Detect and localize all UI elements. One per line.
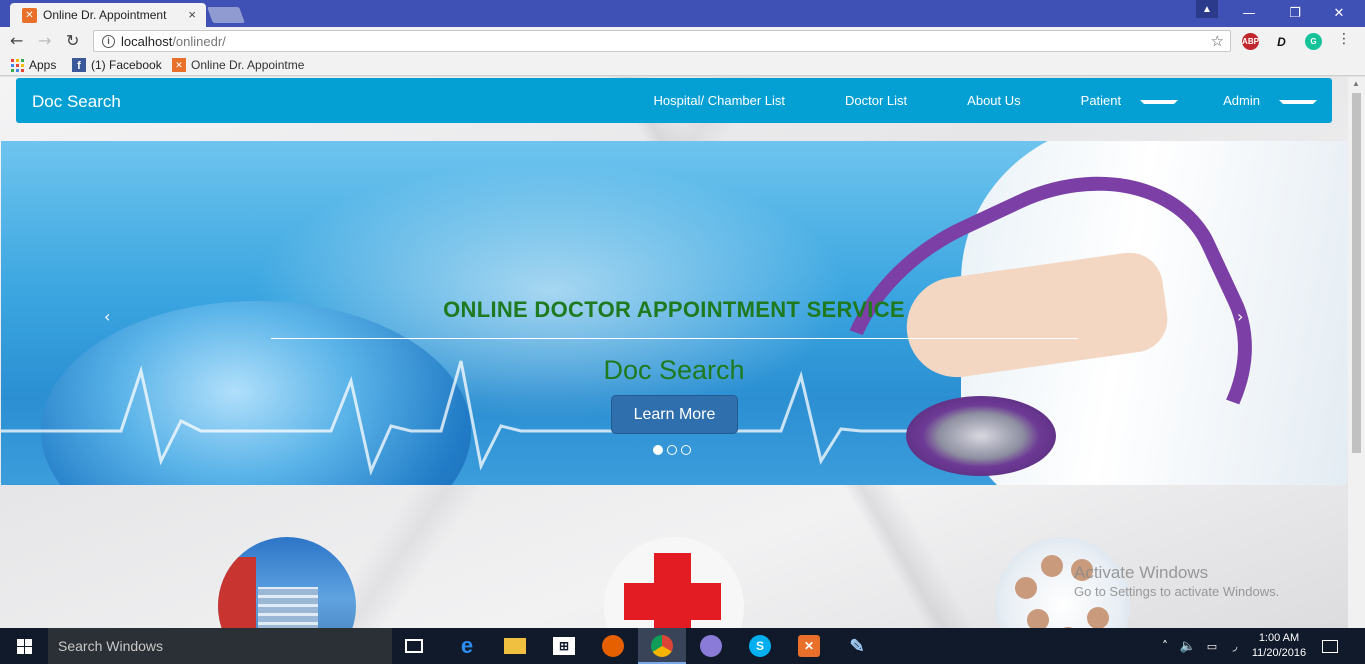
carousel-title: ONLINE DOCTOR APPOINTMENT SERVICE xyxy=(443,297,905,322)
chrome-icon[interactable] xyxy=(651,635,673,657)
tab-close-icon[interactable]: × xyxy=(188,7,196,22)
new-tab-button[interactable] xyxy=(207,7,245,23)
task-view-icon[interactable] xyxy=(405,639,423,653)
nav-label: Doctor List xyxy=(845,93,908,108)
minimize-button[interactable]: — xyxy=(1226,0,1272,27)
nav-label: Admin xyxy=(1223,93,1260,108)
url-path: /onlinedr/ xyxy=(172,33,226,49)
nav-doctor-list[interactable]: Doctor List xyxy=(815,93,937,108)
forward-icon[interactable]: → xyxy=(38,31,51,50)
learn-more-button[interactable]: Learn More xyxy=(611,395,738,434)
bookmark-label: Online Dr. Appointme xyxy=(191,58,305,72)
windows-logo-icon xyxy=(16,638,32,654)
xampp-icon: ✕ xyxy=(172,58,186,72)
apps-grid-icon xyxy=(11,58,24,72)
carousel-indicator[interactable] xyxy=(667,445,677,455)
back-icon[interactable]: ← xyxy=(10,31,23,50)
caption-divider xyxy=(271,338,1078,339)
caret-down-icon xyxy=(1279,99,1317,104)
carousel-subtitle: Doc Search xyxy=(603,355,745,385)
adblock-icon[interactable]: ABP xyxy=(1242,33,1259,50)
building-image xyxy=(258,587,318,628)
profile-icon[interactable]: ▲ xyxy=(1196,0,1218,18)
address-bar[interactable]: i localhost/onlinedr/ ☆ xyxy=(93,30,1231,52)
info-icon[interactable]: i xyxy=(102,34,115,48)
volume-icon[interactable]: 🔈 xyxy=(1177,635,1199,657)
maximize-button[interactable]: ❐ xyxy=(1272,0,1318,27)
store-icon[interactable]: ⊞ xyxy=(553,637,575,655)
grammarly-icon[interactable]: G xyxy=(1305,33,1322,50)
nav-patient-dropdown[interactable]: Patient xyxy=(1051,93,1193,108)
xampp-icon: ✕ xyxy=(22,7,37,23)
reload-icon[interactable]: ↻ xyxy=(66,31,79,50)
clock-date: 11/20/2016 xyxy=(1251,647,1307,659)
bookmark-online-dr[interactable]: ✕ Online Dr. Appointme xyxy=(172,58,304,72)
doctor-face xyxy=(1041,555,1063,577)
close-button[interactable]: ✕ xyxy=(1316,0,1362,27)
nav-label: Hospital/ Chamber List xyxy=(653,93,786,108)
hero-carousel: ‹ › ONLINE DOCTOR APPOINTMENT SERVICE Do… xyxy=(1,141,1347,485)
tor-browser-icon[interactable] xyxy=(700,635,722,657)
emergency-sign-image xyxy=(218,557,256,628)
scroll-up-icon[interactable]: ▲ xyxy=(1352,79,1360,88)
doctor-face xyxy=(1087,607,1109,628)
facebook-icon: f xyxy=(72,58,86,72)
skype-icon[interactable]: S xyxy=(749,635,771,657)
navbar-brand[interactable]: Doc Search xyxy=(32,92,121,112)
tab-title: Online Dr. Appointment xyxy=(43,8,167,22)
stethoscope-head-image xyxy=(906,396,1056,476)
edge-icon[interactable]: e xyxy=(456,633,478,658)
activation-watermark-text: Go to Settings to activate Windows. xyxy=(1074,584,1280,599)
firefox-icon[interactable] xyxy=(602,635,624,657)
browser-titlebar: ✕ Online Dr. Appointment × ▲ — ❐ ✕ xyxy=(0,0,1365,27)
page-scrollbar[interactable]: ▲ xyxy=(1348,77,1365,628)
bookmark-apps[interactable]: Apps xyxy=(11,58,56,72)
bookmark-label: (1) Facebook xyxy=(91,58,162,72)
nav-hospital-chamber-list[interactable]: Hospital/ Chamber List xyxy=(624,93,816,108)
action-center-icon[interactable] xyxy=(1322,640,1338,653)
caret-down-icon xyxy=(1140,99,1179,104)
carousel-indicator[interactable] xyxy=(681,445,691,455)
doctor-face xyxy=(1015,577,1037,599)
hospital-building-icon[interactable] xyxy=(218,537,356,628)
taskbar-search-input[interactable]: Search Windows xyxy=(48,628,392,664)
clock-time: 1:00 AM xyxy=(1258,632,1300,644)
url-host: localhost xyxy=(121,33,173,49)
cross-horizontal-bar xyxy=(624,583,721,620)
doctor-face xyxy=(1027,609,1049,628)
paint-icon[interactable]: ✎ xyxy=(846,635,868,657)
carousel-indicator[interactable] xyxy=(653,445,663,455)
menu-icon[interactable]: ⋮ xyxy=(1337,31,1351,47)
taskbar-clock[interactable]: 1:00 AM 11/20/2016 xyxy=(1244,631,1314,661)
bookmarks-bar: Apps f (1) Facebook ✕ Online Dr. Appoint… xyxy=(0,56,1365,76)
file-explorer-icon[interactable] xyxy=(504,638,526,654)
start-button[interactable] xyxy=(0,628,48,664)
browser-tab[interactable]: ✕ Online Dr. Appointment × xyxy=(10,3,206,27)
page-content: Doc Search Hospital/ Chamber List Doctor… xyxy=(0,77,1365,628)
nav-label: About Us xyxy=(967,93,1021,108)
nav-label: Patient xyxy=(1080,93,1122,108)
tray-chevron-up-icon[interactable]: ˄ xyxy=(1154,635,1176,657)
browser-toolbar: ← → ↻ i localhost/onlinedr/ ☆ ABP D G ⋮ xyxy=(0,27,1365,56)
bookmark-facebook[interactable]: f (1) Facebook xyxy=(72,58,162,72)
site-navbar: Doc Search Hospital/ Chamber List Doctor… xyxy=(16,78,1332,123)
nav-about-us[interactable]: About Us xyxy=(937,93,1050,108)
activation-watermark-title: Activate Windows xyxy=(1074,563,1209,582)
carousel-indicators xyxy=(653,445,691,455)
scroll-thumb[interactable] xyxy=(1352,93,1361,453)
red-cross-icon[interactable] xyxy=(604,537,744,628)
xampp-icon[interactable]: ✕ xyxy=(798,635,820,657)
windows-taskbar: Search Windows e ⊞ S ✕ ✎ ˄ 🔈 ▭ ◞ 1:00 AM… xyxy=(0,628,1365,664)
battery-icon[interactable]: ▭ xyxy=(1201,635,1223,657)
bookmark-label: Apps xyxy=(29,58,57,72)
navbar-links: Hospital/ Chamber List Doctor List About… xyxy=(624,78,1332,123)
bookmark-star-icon[interactable]: ☆ xyxy=(1211,32,1224,50)
dashlane-icon[interactable]: D xyxy=(1273,33,1290,50)
nav-admin-dropdown[interactable]: Admin xyxy=(1193,93,1332,108)
wifi-icon[interactable]: ◞ xyxy=(1224,635,1246,657)
